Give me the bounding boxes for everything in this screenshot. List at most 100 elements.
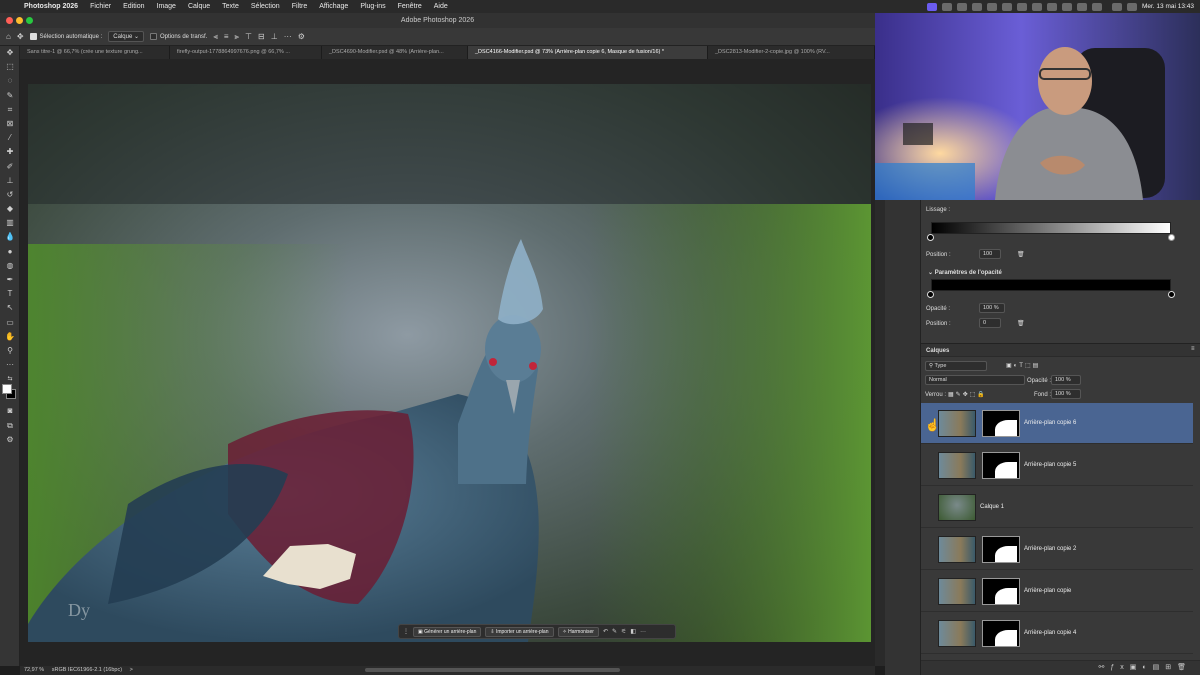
position-field[interactable]: 0 [979,318,1001,328]
layer-name[interactable]: Arrière-plan copie 5 [1024,462,1076,468]
layer-row[interactable]: Arrière-plan copie 2 [921,529,1193,570]
hand-tool-icon[interactable]: ✋ [0,330,20,344]
mask-icon[interactable]: ◧ [630,628,636,635]
status-icon[interactable] [1091,2,1102,11]
more-icon[interactable]: ··· [640,629,646,635]
import-background-button[interactable]: ⇩ Importer un arrière-plan [485,626,554,637]
menu-clock[interactable]: Mer. 13 mai 13:43 [1142,3,1194,10]
delete-icon[interactable]: 🗑 [1017,251,1025,258]
transform-options-checkbox[interactable]: Options de transf. [149,32,207,40]
blend-mode-dropdown[interactable]: Normal [925,375,1025,385]
dodge-tool-icon[interactable]: ● [0,245,20,259]
lasso-tool-icon[interactable]: ◌ [0,74,20,88]
horizontal-scrollbar[interactable] [365,668,620,672]
layer-thumbnail[interactable] [938,452,976,479]
status-icon[interactable] [1031,2,1042,11]
pen-tool-icon[interactable]: ✒ [0,273,20,287]
history-brush-tool-icon[interactable]: ↺ [0,188,20,202]
align-center-icon[interactable]: ≡ [224,32,229,41]
layer-row[interactable]: Calque 1 [921,487,1193,528]
search-icon[interactable] [1111,2,1122,11]
status-icon[interactable] [956,2,967,11]
layer-thumbnail[interactable] [938,536,976,563]
move-tool-icon[interactable]: ✥ [17,32,24,41]
rectangle-tool-icon[interactable]: ▭ [0,316,20,330]
tab-document[interactable]: _DSC4690-Modifier.psd @ 48% (Arrière-pla… [322,46,468,59]
layer-mask-thumbnail[interactable] [982,536,1020,563]
adjust-icon[interactable]: ⚟ [621,628,626,635]
auto-select-dropdown[interactable]: Calque ⌄ [108,31,144,42]
status-icon[interactable] [1076,2,1087,11]
layer-thumbnail[interactable] [938,620,976,647]
align-middle-icon[interactable]: ⊟ [258,32,265,41]
close-window-button[interactable] [6,17,13,24]
layer-thumbnail[interactable] [938,494,976,521]
brush-tool-icon[interactable]: ✐ [0,160,20,174]
healing-brush-tool-icon[interactable]: ✚ [0,145,20,159]
marquee-tool-icon[interactable]: ⬚ [0,60,20,74]
layer-name[interactable]: Calque 1 [980,504,1004,510]
layers-tab[interactable]: Calques [926,348,949,354]
layer-row[interactable]: Arrière-plan copie [921,571,1193,612]
position-field[interactable]: 100 [979,249,1001,259]
drag-handle-icon[interactable]: ⋮ [403,628,409,635]
blur-tool-icon[interactable]: 💧 [0,230,20,244]
menu-type[interactable]: Texte [216,3,245,10]
eraser-tool-icon[interactable]: ◆ [0,202,20,216]
layer-mask-thumbnail[interactable] [982,452,1020,479]
tab-document-active[interactable]: _DSC4166-Modifier.psd @ 73% (Arrière-pla… [468,46,708,59]
menu-layer[interactable]: Calque [182,3,216,10]
layer-filter-icons[interactable]: ▣◐T⬚▤ [1006,362,1040,369]
align-bottom-icon[interactable]: ⊥ [271,32,278,41]
frame-tool-icon[interactable]: ⊠ [0,117,20,131]
opacity-stop[interactable] [927,291,934,298]
eyedropper-tool-icon[interactable]: ⁄ [0,131,20,145]
quick-mask-icon[interactable]: ◙ [0,404,20,418]
tab-document[interactable]: Sans titre-1 @ 66,7% (crée une texture g… [20,46,170,59]
layer-mask-thumbnail[interactable] [982,410,1020,437]
menu-help[interactable]: Aide [428,3,454,10]
status-icon[interactable] [971,2,982,11]
menu-select[interactable]: Sélection [245,3,286,10]
status-icon[interactable] [986,2,997,11]
layer-name[interactable]: Arrière-plan copie 2 [1024,546,1076,552]
align-right-icon[interactable]: ⫸ [235,32,240,42]
layer-name[interactable]: Arrière-plan copie 6 [1024,420,1076,426]
screen-mode-icon[interactable]: ⧉ [0,419,20,433]
sponge-tool-icon[interactable]: ◍ [0,259,20,273]
auto-select-checkbox[interactable]: Sélection automatique : [29,32,102,40]
align-left-icon[interactable]: ⫷ [213,32,218,42]
status-icon[interactable] [941,2,952,11]
swap-colors-icon[interactable]: ⇆ [0,372,20,382]
layer-opacity-field[interactable]: 100 % [1051,375,1081,385]
status-icon[interactable] [1061,2,1072,11]
zoom-level[interactable]: 72,97 % [24,667,44,673]
gradient-tool-icon[interactable]: ▥ [0,216,20,230]
layer-mask-thumbnail[interactable] [982,620,1020,647]
layer-row[interactable]: Arrière-plan copie 6 [921,403,1193,444]
layer-thumbnail[interactable] [938,410,976,437]
status-icon[interactable] [1016,2,1027,11]
layer-filter-dropdown[interactable]: ⚲ Type [925,361,987,371]
harmonize-button[interactable]: ✧ Harmoniser [557,626,599,637]
color-swatches[interactable] [0,382,19,404]
gradient-color-stop[interactable] [927,234,934,241]
gradient-preview-bar[interactable] [931,222,1171,234]
gradient-color-stop[interactable] [1168,234,1175,241]
quick-select-tool-icon[interactable]: ✎ [0,89,20,103]
panel-menu-icon[interactable]: ≡ [1191,346,1195,352]
layer-thumbnail[interactable] [938,578,976,605]
type-tool-icon[interactable]: T [0,287,20,301]
edit-toolbar-icon[interactable]: ⚙ [0,433,20,447]
opacity-stop[interactable] [1168,291,1175,298]
menu-app-name[interactable]: Photoshop 2026 [18,3,84,10]
fill-field[interactable]: 100 % [1051,389,1081,399]
more-options-icon[interactable]: ··· [284,32,292,41]
status-icon[interactable] [1001,2,1012,11]
zoom-window-button[interactable] [26,17,33,24]
move-tool-icon[interactable]: ✥ [0,46,20,60]
tab-document[interactable]: firefly-output-1778864997676.png @ 66,7%… [170,46,322,59]
opacity-settings-header[interactable]: ⌄ Paramètres de l'opacité [928,269,1002,276]
status-menu-arrow[interactable]: > [130,667,133,673]
layer-row[interactable]: Arrière-plan copie 5 [921,445,1193,486]
